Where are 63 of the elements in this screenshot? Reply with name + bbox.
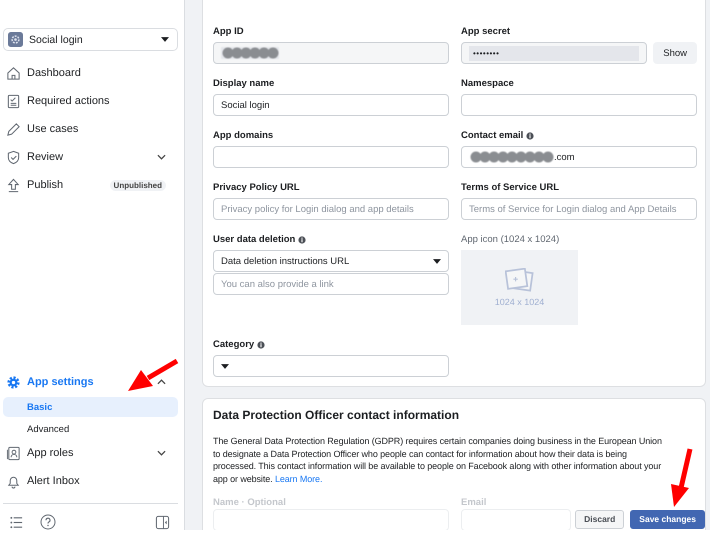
nav-item[interactable]: Use cases: [3, 115, 178, 143]
redacted-value: [221, 47, 279, 59]
dropdown-arrow-icon: [221, 364, 229, 368]
app-gear-icon: [8, 32, 23, 47]
field-label: Privacy Policy URL: [213, 182, 300, 194]
learn-more-link[interactable]: Learn More.: [274, 474, 322, 484]
section-title: Data Protection Officer contact information: [213, 407, 460, 423]
sub-nav-item[interactable]: Basic: [3, 397, 178, 417]
field-label: App secret: [461, 26, 510, 38]
field-label: Category: [213, 339, 254, 351]
nav-item[interactable]: App roles: [3, 439, 178, 467]
annotation-arrow: [128, 358, 180, 392]
field-label: Namespace: [461, 78, 514, 90]
dropdown-arrow-icon: [433, 258, 441, 264]
field-label: Terms of Service URL: [461, 182, 560, 194]
chevron-down-icon: [157, 154, 166, 160]
field-label: User data deletion: [213, 234, 296, 246]
deletion-type-dropdown[interactable]: Data deletion instructions URL: [213, 250, 449, 272]
app-selector[interactable]: Social login: [3, 28, 178, 51]
nav-item[interactable]: App settings: [3, 369, 178, 395]
image-placeholder-icon: [504, 268, 534, 293]
nav-item[interactable]: Review: [3, 143, 178, 171]
field-label: App domains: [213, 130, 274, 142]
sub-nav-item[interactable]: Advanced: [3, 419, 178, 439]
nav-item[interactable]: Alert Inbox: [3, 467, 178, 495]
dropdown-arrow-icon: [161, 37, 169, 42]
save-button[interactable]: Save changes: [630, 510, 705, 528]
info-icon: [526, 132, 534, 140]
show-button[interactable]: Show: [653, 42, 697, 64]
nav-item[interactable]: Publish Unpublished: [3, 171, 178, 199]
category-dropdown[interactable]: [213, 355, 449, 377]
home-icon: [6, 66, 21, 80]
field-label: Name · Optional: [213, 497, 287, 509]
text-field[interactable]: [461, 94, 697, 116]
text-field[interactable]: .com: [461, 146, 697, 168]
settings-icon: [6, 374, 21, 390]
text-field[interactable]: Social login: [213, 94, 449, 116]
field-label: Contact email: [461, 130, 524, 142]
status-badge: Unpublished: [110, 180, 166, 190]
description-text: The General Data Protection Regulation (GDPR) requires certain companies doing business in the European Union to designate a Data Protection Officer who people can contact for information about how their data is being processed. This contact information will be available to people on Facebook along with other information about your app or website. Learn More.: [213, 435, 663, 485]
pencil-icon: [6, 122, 21, 136]
field-label: Email: [461, 497, 488, 509]
annotation-arrow: [670, 446, 693, 508]
upload-icon: [6, 178, 21, 192]
text-field[interactable]: [213, 42, 449, 64]
shield-check-icon: [6, 150, 21, 164]
nav-item[interactable]: Required actions: [3, 87, 178, 115]
field-label: App icon (1024 x 1024): [461, 234, 560, 246]
text-field[interactable]: [213, 146, 449, 168]
collapse-panel-icon[interactable]: [155, 514, 170, 530]
secret-field[interactable]: ••••••••: [461, 42, 648, 64]
info-icon: [298, 236, 306, 244]
discard-button[interactable]: Discard: [575, 510, 624, 528]
chevron-down-icon: [157, 450, 166, 456]
list-icon[interactable]: [9, 514, 24, 530]
help-icon[interactable]: [40, 514, 56, 530]
info-icon: [257, 341, 266, 349]
chevron-up-icon: [157, 379, 166, 385]
field-label: Display name: [213, 78, 274, 90]
field-label: App ID: [213, 26, 244, 38]
person-card-icon: [6, 446, 21, 460]
checklist-icon: [6, 94, 21, 108]
nav-item[interactable]: Dashboard: [3, 59, 178, 87]
